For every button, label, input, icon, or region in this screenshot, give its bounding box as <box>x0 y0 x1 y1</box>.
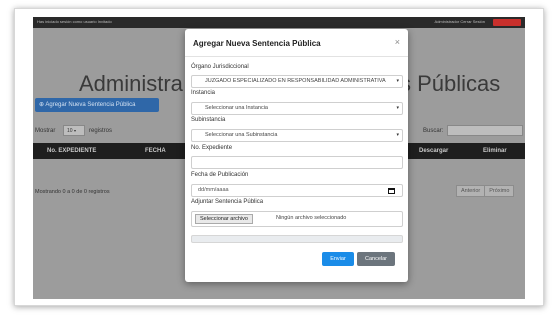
subinstancia-value: Seleccionar una Subinstancia <box>205 132 278 138</box>
chevron-down-icon: ▾ <box>396 132 399 138</box>
col-eliminar[interactable]: Eliminar <box>483 143 507 159</box>
subinstancia-label: Subinstancia <box>191 117 226 123</box>
plus-circle-icon: ⊕ <box>39 102 45 108</box>
top-navbar: Has iniciado sesión como usuario Invitad… <box>33 17 525 28</box>
subinstancia-select[interactable]: Seleccionar una Subinstancia ▾ <box>191 129 403 142</box>
pagination: Anterior Próximo <box>456 185 515 197</box>
col-expediente[interactable]: No. EXPEDIENTE <box>47 143 96 159</box>
add-sentencia-modal: Agregar Nueva Sentencia Pública × Órgano… <box>185 29 408 282</box>
chevron-down-icon: ▾ <box>73 128 76 133</box>
search-label: Buscar: <box>423 128 444 134</box>
add-sentencia-button[interactable]: ⊕ Agregar Nueva Sentencia Pública <box>35 98 159 112</box>
choose-file-button[interactable]: Seleccionar archivo <box>195 214 253 224</box>
user-menu[interactable]: Administrador Cerrar Sesión <box>435 19 485 24</box>
fecha-placeholder: dd/mm/aaaa <box>198 187 229 193</box>
expediente-input[interactable] <box>191 156 403 169</box>
calendar-icon[interactable] <box>388 188 395 194</box>
cancel-button[interactable]: Cancelar <box>357 252 395 266</box>
upload-progress-bar <box>191 235 403 243</box>
instancia-value: Seleccionar una Instancia <box>205 105 268 111</box>
organo-select[interactable]: JUZGADO ESPECIALIZADO EN RESPONSABILIDAD… <box>191 75 403 88</box>
modal-title: Agregar Nueva Sentencia Pública <box>193 39 321 48</box>
file-input[interactable]: Seleccionar archivo Ningún archivo selec… <box>191 211 403 227</box>
show-entries-value: 10 <box>67 128 73 134</box>
close-icon[interactable]: × <box>395 37 400 47</box>
fecha-label: Fecha de Publicación <box>191 172 249 178</box>
instancia-select[interactable]: Seleccionar una Instancia ▾ <box>191 102 403 115</box>
file-status: Ningún archivo seleccionado <box>276 215 347 221</box>
add-sentencia-label: Agregar Nueva Sentencia Pública <box>45 102 136 108</box>
show-entries-label: Mostrar <box>35 128 56 134</box>
chevron-down-icon: ▾ <box>396 78 399 84</box>
page-title-left: Administra <box>79 71 183 96</box>
organo-value: JUZGADO ESPECIALIZADO EN RESPONSABILIDAD… <box>205 78 386 84</box>
modal-divider <box>185 56 408 57</box>
col-descargar[interactable]: Descargar <box>419 143 448 159</box>
records-label: registros <box>89 128 113 134</box>
pager-next[interactable]: Próximo <box>484 185 515 197</box>
page-title-right: s Públicas <box>400 71 501 96</box>
pager-previous[interactable]: Anterior <box>456 185 486 197</box>
chevron-down-icon: ▾ <box>396 105 399 111</box>
screenshot-frame: Has iniciado sesión como usuario Invitad… <box>14 8 544 306</box>
instancia-label: Instancia <box>191 90 216 96</box>
logout-button[interactable] <box>493 19 521 26</box>
fecha-input[interactable]: dd/mm/aaaa <box>191 184 403 197</box>
adjuntar-label: Adjuntar Sentencia Pública <box>191 199 264 205</box>
show-entries-select[interactable]: 10 ▾ <box>63 125 85 136</box>
save-button[interactable]: Enviar <box>322 252 354 266</box>
session-text: Has iniciado sesión como usuario Invitad… <box>37 19 112 24</box>
expediente-label: No. Expediente <box>191 145 233 151</box>
organo-label: Órgano Jurisdiccional <box>191 64 249 70</box>
col-fecha[interactable]: FECHA <box>145 143 166 159</box>
table-info: Mostrando 0 a 0 de 0 registros <box>35 189 110 195</box>
search-input[interactable] <box>447 125 523 136</box>
